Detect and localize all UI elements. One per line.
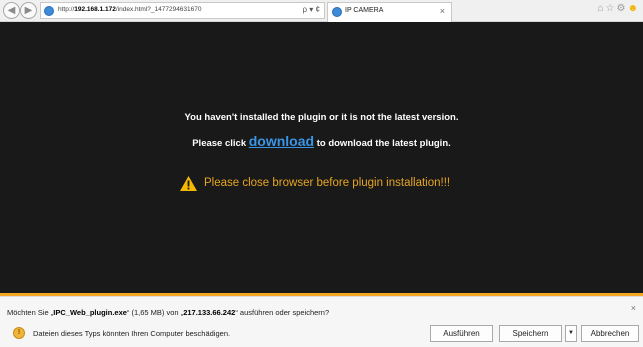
forward-button[interactable]: ▶ — [20, 2, 37, 19]
site-favicon-icon — [44, 6, 54, 16]
download-filename: IPC_Web_plugin.exe — [53, 308, 127, 317]
search-refresh-icon[interactable]: ρ ▾ ¢ — [303, 5, 320, 14]
question-part1: Möchten Sie „ — [7, 308, 54, 317]
save-button[interactable]: Speichern — [499, 325, 562, 342]
tab-favicon-icon — [332, 7, 342, 17]
address-bar[interactable]: http://192.168.1.172/index.html?_1477294… — [40, 2, 325, 19]
security-warning-icon: ! — [13, 327, 25, 339]
browser-tools: ⌂☆⚙☻ — [597, 3, 640, 14]
question-part2: “ (1,65 MB) von „ — [126, 308, 184, 317]
url-prefix: http:// — [58, 6, 75, 13]
forward-arrow-icon: ▶ — [24, 5, 33, 16]
security-message: Dateien dieses Typs könnten Ihren Comput… — [33, 329, 231, 338]
plugin-page: You haven't installed the plugin or it i… — [0, 22, 643, 293]
instruction-after: to download the latest plugin. — [314, 138, 451, 149]
smiley-icon[interactable]: ☻ — [627, 3, 640, 14]
url-path: /index.html?_1477294631670 — [115, 6, 202, 13]
run-button[interactable]: Ausführen — [430, 325, 493, 342]
gear-icon[interactable]: ⚙ — [617, 3, 628, 14]
download-host: 217.133.66.242 — [183, 308, 236, 317]
download-notification-bar: Möchten Sie „IPC_Web_plugin.exe“ (1,65 M… — [0, 296, 643, 347]
browser-toolbar: ◀ ▶ http://192.168.1.172/index.html?_147… — [0, 0, 643, 22]
home-icon[interactable]: ⌂ — [597, 3, 605, 14]
close-download-bar-icon[interactable]: × — [631, 303, 636, 313]
back-arrow-icon: ◀ — [7, 5, 16, 16]
address-url[interactable]: http://192.168.1.172/index.html?_1477294… — [58, 6, 202, 13]
cancel-button[interactable]: Abbrechen — [581, 325, 639, 342]
tab-ip-camera[interactable]: IP CAMERA × — [327, 2, 452, 22]
tab-close-icon[interactable]: × — [440, 6, 445, 16]
instruction-before: Please click — [192, 138, 249, 149]
download-question: Möchten Sie „IPC_Web_plugin.exe“ (1,65 M… — [7, 308, 329, 317]
url-host: 192.168.1.172 — [74, 6, 116, 13]
save-options-button[interactable]: ▼ — [565, 325, 577, 342]
star-icon[interactable]: ☆ — [606, 3, 617, 14]
question-part3: “ ausführen oder speichern? — [235, 308, 330, 317]
download-instruction: Please click download to download the la… — [0, 133, 643, 149]
plugin-message: You haven't installed the plugin or it i… — [184, 112, 459, 123]
warning-icon — [180, 176, 197, 191]
warning-text: Please close browser before plugin insta… — [204, 177, 451, 189]
download-link[interactable]: download — [249, 133, 314, 149]
back-button[interactable]: ◀ — [3, 2, 20, 19]
tab-title: IP CAMERA — [345, 7, 384, 14]
chevron-down-icon: ▼ — [568, 330, 574, 336]
